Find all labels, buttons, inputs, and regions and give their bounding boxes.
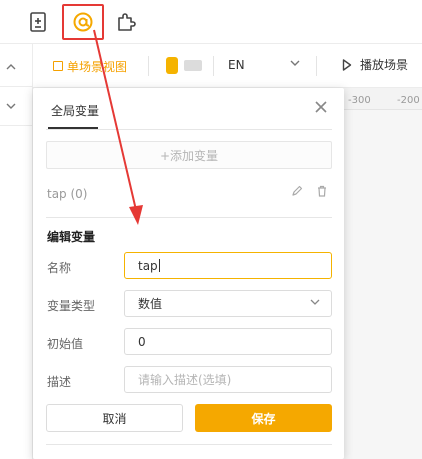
play-scene-button[interactable]: 播放场景 — [342, 56, 408, 73]
save-button[interactable]: 保存 — [195, 404, 332, 432]
trash-icon[interactable] — [316, 185, 328, 200]
toolbar-divider — [148, 56, 149, 76]
name-field[interactable]: tap — [124, 252, 332, 279]
annotation-highlight-box — [62, 4, 104, 40]
name-value: tap — [138, 258, 158, 273]
chevron-down-icon — [309, 296, 321, 311]
puzzle-icon[interactable] — [114, 10, 138, 34]
chevron-down-icon[interactable] — [2, 97, 20, 115]
cancel-button[interactable]: 取消 — [46, 404, 183, 432]
toolbar-divider — [213, 56, 214, 76]
document-plus-icon[interactable] — [26, 10, 50, 34]
landscape-toggle[interactable] — [184, 60, 202, 71]
divider — [46, 444, 332, 445]
toolbar-divider — [316, 56, 317, 76]
close-icon[interactable] — [314, 100, 328, 118]
divider — [46, 217, 332, 218]
divider — [46, 129, 332, 130]
ruler-label: -200 — [397, 95, 420, 106]
text-caret — [158, 259, 160, 272]
type-label: 变量类型 — [47, 299, 96, 313]
scene-view-button[interactable]: 单场景视图 — [53, 56, 127, 76]
language-select[interactable]: EN — [228, 58, 245, 72]
description-placeholder: 请输入描述(选填) — [138, 373, 232, 387]
scene-view-label: 单场景视图 — [67, 59, 128, 74]
edit-variable-title: 编辑变量 — [47, 230, 96, 244]
variable-type-select[interactable]: 数值 — [124, 290, 332, 317]
type-value: 数值 — [138, 297, 163, 311]
play-scene-label: 播放场景 — [360, 58, 409, 72]
left-divider — [0, 86, 33, 87]
initial-value-field[interactable]: 0 — [124, 328, 332, 355]
chevron-down-icon[interactable] — [289, 57, 301, 72]
add-variable-button[interactable]: +添加变量 — [46, 141, 332, 169]
chevron-up-icon[interactable] — [2, 58, 20, 76]
description-field[interactable]: 请输入描述(选填) — [124, 366, 332, 393]
edit-icon[interactable] — [291, 185, 303, 200]
name-label: 名称 — [47, 261, 72, 275]
ruler-label: -300 — [348, 95, 371, 106]
initial-value: 0 — [138, 334, 146, 349]
initial-value-label: 初始值 — [47, 337, 84, 351]
square-icon — [53, 61, 63, 71]
portrait-toggle[interactable] — [166, 57, 178, 74]
variable-item-tap[interactable]: tap (0) — [47, 187, 88, 201]
play-icon — [342, 58, 352, 71]
tab-global-variables[interactable]: 全局变量 — [51, 102, 99, 119]
description-label: 描述 — [47, 375, 72, 389]
